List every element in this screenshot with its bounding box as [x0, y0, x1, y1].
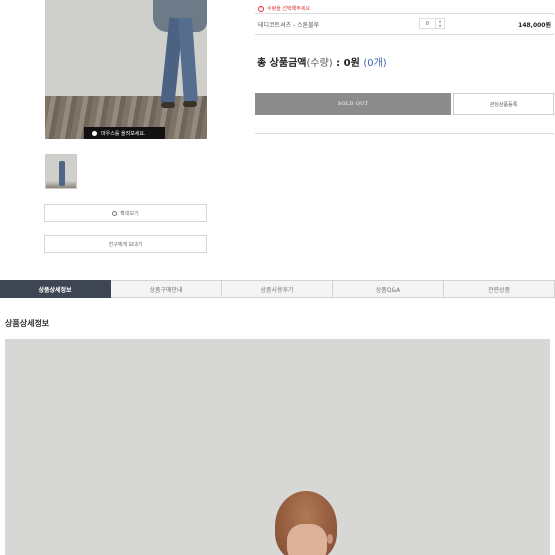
tab-reviews[interactable]: 상품사용후기: [222, 280, 333, 298]
wishlist-button[interactable]: 관심상품등록: [453, 93, 554, 115]
thumbnail-figure: [59, 161, 65, 186]
chevron-down-icon[interactable]: ▼: [436, 24, 444, 29]
option-price: 148,000원: [518, 22, 551, 29]
zoom-button[interactable]: 확대보기: [44, 204, 207, 222]
tab-purchase-guide[interactable]: 상품구매안내: [111, 280, 222, 298]
total-count: (0개): [363, 58, 387, 69]
divider: [255, 13, 554, 14]
option-warning-text: 수량을 선택해주세요: [267, 6, 310, 12]
photo-shoe-left: [161, 102, 175, 108]
quantity-arrows[interactable]: ▲ ▼: [436, 19, 444, 28]
product-thumbnail[interactable]: [45, 154, 77, 189]
total-separator: :: [332, 58, 344, 69]
total-price: 총 상품금액(수량) : 0원 (0개): [257, 54, 387, 69]
zoom-tooltip: 마우스를 올려보세요.: [84, 127, 165, 139]
divider: [255, 34, 554, 35]
zoom-button-label: 확대보기: [120, 210, 139, 217]
quantity-value[interactable]: 0: [420, 19, 436, 28]
tab-related[interactable]: 관련상품: [444, 280, 555, 298]
info-icon: [92, 130, 97, 136]
product-main-image[interactable]: [45, 0, 207, 139]
tab-product-detail[interactable]: 상품상세정보: [0, 280, 111, 298]
total-qty-label: (수량): [306, 58, 333, 69]
detail-model-face: [287, 524, 327, 555]
total-amount: 0원: [343, 58, 360, 69]
zoom-tooltip-text: 마우스를 올려보세요.: [101, 130, 146, 137]
photo-shoe-right: [183, 101, 197, 107]
search-icon: [112, 210, 118, 216]
quantity-stepper[interactable]: 0 ▲ ▼: [419, 18, 445, 29]
total-label: 총 상품금액: [257, 58, 307, 69]
detail-tabs: 상품상세정보 상품구매안내 상품사용후기 상품Q&A 관련상품: [0, 280, 555, 298]
alert-icon: !: [258, 5, 264, 12]
share-button[interactable]: 친구에게 보내기: [44, 235, 207, 253]
section-title: 상품상세정보: [5, 319, 50, 328]
selected-option-name: 테디코트셔츠 - 스톤블루: [258, 22, 320, 29]
soldout-button[interactable]: SOLD OUT: [255, 93, 451, 115]
tab-qna[interactable]: 상품Q&A: [333, 280, 444, 298]
share-button-label: 친구에게 보내기: [108, 241, 143, 248]
detail-image: [5, 339, 550, 555]
divider: [255, 133, 554, 134]
detail-model-ear: [327, 534, 333, 544]
option-warning: ! 수량을 선택해주세요: [258, 5, 310, 12]
